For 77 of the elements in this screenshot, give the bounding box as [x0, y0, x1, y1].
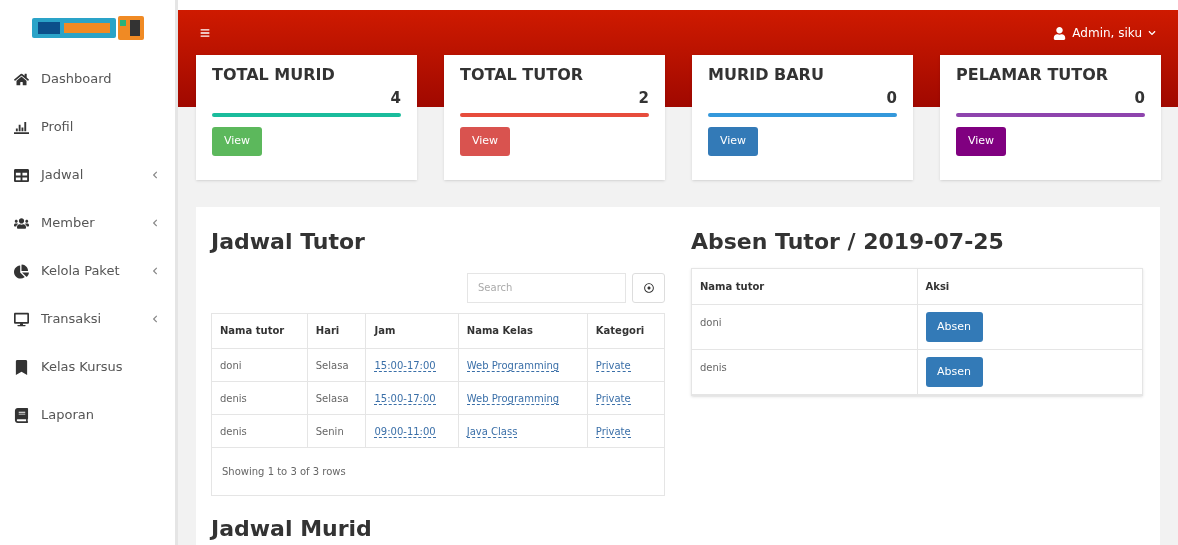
sidebar-label: Dashboard	[41, 70, 113, 89]
menu-icon[interactable]	[200, 28, 210, 38]
monitor-icon	[14, 311, 29, 327]
column-header: Nama tutor	[212, 313, 308, 349]
chevron-left-icon	[151, 171, 159, 179]
column-header: Hari	[307, 313, 366, 349]
sidebar-item[interactable]: Jadwal	[0, 151, 175, 199]
stat-value: 2	[638, 87, 649, 109]
absen-button[interactable]: Absen	[925, 357, 983, 387]
sidebar-label: Jadwal	[41, 166, 85, 185]
user-icon	[1053, 26, 1067, 40]
stat-title: PELAMAR TUTOR	[956, 63, 1110, 86]
users-icon	[14, 215, 29, 231]
table-cell: Selasa	[315, 392, 349, 404]
view-button[interactable]: View	[708, 127, 758, 156]
chevron-left-icon	[151, 267, 159, 275]
home-icon	[14, 71, 29, 87]
pie-chart-icon	[14, 263, 29, 279]
stat-value: 0	[886, 87, 897, 109]
editable-link[interactable]: 15:00-17:00	[374, 359, 436, 372]
editable-link[interactable]: 09:00-11:00	[374, 425, 436, 438]
table-cell: denis	[220, 425, 247, 437]
view-button[interactable]: View	[460, 127, 510, 156]
column-header: Aksi	[917, 268, 1142, 305]
sidebar-label: Member	[41, 214, 96, 233]
stat-value: 4	[390, 87, 401, 109]
editable-link[interactable]: Web Programming	[466, 359, 560, 372]
editable-link[interactable]: Web Programming	[466, 392, 560, 405]
sidebar-label: Laporan	[41, 406, 95, 425]
table-cell: Selasa	[315, 359, 349, 371]
chevron-left-icon	[151, 315, 159, 323]
sidebar-item[interactable]: Dashboard	[0, 55, 175, 103]
section-heading: Absen Tutor / 2019-07-25	[691, 227, 1005, 256]
sidebar-item[interactable]: Kelola Paket	[0, 247, 175, 295]
editable-link[interactable]: Private	[595, 425, 631, 438]
user-menu[interactable]: Admin, siku	[1053, 24, 1156, 42]
editable-link[interactable]: Private	[595, 359, 631, 372]
column-header: Nama tutor	[692, 268, 917, 305]
table-cell: Senin	[315, 425, 344, 437]
sidebar-item[interactable]: Profil	[0, 103, 175, 151]
chevron-left-icon	[151, 219, 159, 227]
editable-link[interactable]: 15:00-17:00	[374, 392, 436, 405]
stat-title: TOTAL MURID	[212, 63, 336, 86]
editable-link[interactable]: Java Class	[466, 425, 518, 438]
bar-chart-icon	[14, 119, 29, 135]
stat-title: TOTAL TUTOR	[460, 63, 585, 86]
table-icon	[14, 167, 29, 183]
column-header: Kategori	[587, 313, 664, 349]
editable-link[interactable]: Private	[595, 392, 631, 405]
sidebar-item[interactable]: Kelas Kursus	[0, 343, 175, 391]
column-header: Nama Kelas	[458, 313, 588, 349]
table-cell: doni	[700, 317, 722, 328]
column-header: Jam	[365, 313, 459, 349]
sidebar-item[interactable]: Transaksi	[0, 295, 175, 343]
section-heading: Jadwal Murid	[211, 515, 373, 543]
sidebar-label: Kelola Paket	[41, 262, 121, 281]
table-cell: denis	[700, 362, 727, 373]
bookmark-icon	[14, 359, 29, 375]
sidebar-item[interactable]: Member	[0, 199, 175, 247]
stat-title: MURID BARU	[708, 63, 825, 86]
logo-icon	[31, 15, 144, 40]
columns-button[interactable]	[632, 272, 665, 303]
pagination-info: Showing 1 to 3 of 3 rows	[222, 465, 346, 479]
view-button[interactable]: View	[956, 127, 1006, 156]
sidebar-item[interactable]: Laporan	[0, 391, 175, 439]
absen-button[interactable]: Absen	[925, 312, 983, 342]
caret-icon	[1148, 29, 1156, 37]
stat-value: 0	[1134, 87, 1145, 109]
sidebar-label: Kelas Kursus	[41, 358, 124, 377]
table-cell: denis	[220, 392, 247, 404]
section-heading: Jadwal Tutor	[211, 227, 366, 256]
sidebar-label: Profil	[41, 118, 75, 137]
toggle-icon	[643, 282, 654, 293]
book-icon	[14, 407, 29, 423]
sidebar-label: Transaksi	[41, 310, 103, 329]
table-cell: doni	[220, 359, 242, 371]
search-field[interactable]: Search	[467, 272, 626, 303]
